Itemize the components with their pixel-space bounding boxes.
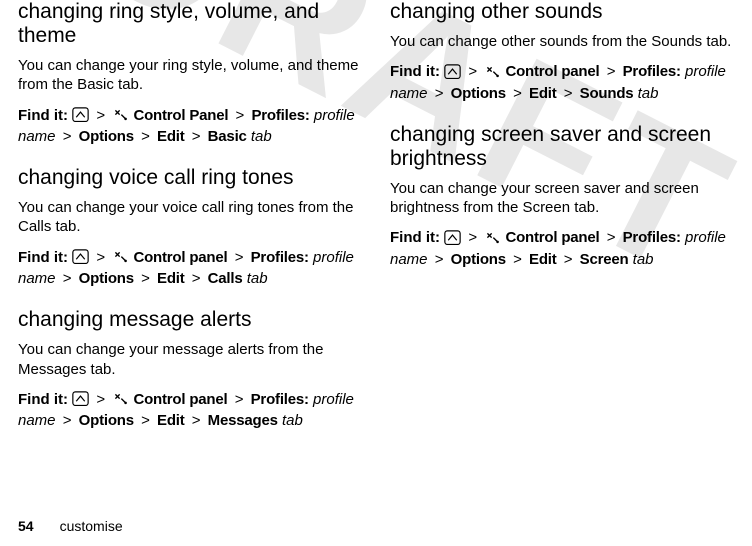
sep: >	[189, 128, 204, 145]
nav-profiles: Profiles:	[251, 391, 309, 408]
nav-options: Options	[79, 412, 134, 429]
nav-tab-word: tab	[633, 251, 654, 268]
sep: >	[465, 63, 480, 80]
nav-tab-word: tab	[638, 85, 659, 102]
right-column: changing other sounds You can change oth…	[390, 0, 734, 438]
left-column: changing ring style, volume, and theme Y…	[18, 0, 362, 438]
home-icon	[444, 64, 461, 79]
nav-screen: Screen	[580, 251, 629, 268]
home-icon	[72, 391, 89, 406]
page-content: changing ring style, volume, and theme Y…	[0, 0, 752, 438]
sep: >	[189, 270, 204, 287]
nav-options: Options	[79, 128, 134, 145]
sep: >	[138, 270, 153, 287]
findit-message-alerts: Find it: > Control panel > Profiles: pro…	[18, 389, 362, 433]
sep: >	[93, 249, 108, 266]
nav-profiles: Profiles:	[251, 249, 309, 266]
find-it-label: Find it:	[18, 107, 68, 124]
sep: >	[138, 128, 153, 145]
nav-basic: Basic	[208, 128, 247, 145]
nav-profiles: Profiles:	[251, 107, 309, 124]
find-it-label: Find it:	[390, 229, 440, 246]
find-it-label: Find it:	[390, 63, 440, 80]
nav-options: Options	[451, 85, 506, 102]
home-icon	[72, 249, 89, 264]
findit-voice-call: Find it: > Control panel > Profiles: pro…	[18, 247, 362, 291]
tools-icon	[112, 107, 129, 122]
nav-sounds: Sounds	[580, 85, 634, 102]
findit-ring-style: Find it: > Control Panel > Profiles: pro…	[18, 105, 362, 149]
nav-options: Options	[451, 251, 506, 268]
heading-screen-saver-brightness: changing screen saver and screen brightn…	[390, 123, 734, 171]
sep: >	[465, 229, 480, 246]
sep: >	[93, 391, 108, 408]
nav-messages: Messages	[208, 412, 278, 429]
heading-ring-style: changing ring style, volume, and theme	[18, 0, 362, 48]
sep: >	[60, 270, 75, 287]
sep: >	[561, 251, 576, 268]
nav-control-panel: Control panel	[133, 249, 227, 266]
find-it-label: Find it:	[18, 391, 68, 408]
nav-control-panel: Control panel	[505, 229, 599, 246]
nav-edit: Edit	[157, 412, 185, 429]
nav-calls: Calls	[208, 270, 243, 287]
nav-control-panel: Control panel	[133, 391, 227, 408]
heading-voice-call-ring-tones: changing voice call ring tones	[18, 166, 362, 190]
find-it-label: Find it:	[18, 249, 68, 266]
page-number: 54	[18, 518, 34, 534]
sep: >	[189, 412, 204, 429]
home-icon	[444, 230, 461, 245]
tools-icon	[112, 391, 129, 406]
sep: >	[432, 251, 447, 268]
sep: >	[604, 229, 619, 246]
tools-icon	[484, 230, 501, 245]
body-screen: You can change your screen saver and scr…	[390, 179, 734, 217]
sep: >	[232, 249, 247, 266]
sep: >	[93, 107, 108, 124]
sep: >	[561, 85, 576, 102]
nav-edit: Edit	[157, 270, 185, 287]
body-voice-call: You can change your voice call ring tone…	[18, 198, 362, 236]
sep: >	[510, 251, 525, 268]
nav-edit: Edit	[157, 128, 185, 145]
home-icon	[72, 107, 89, 122]
sep: >	[60, 412, 75, 429]
body-other-sounds: You can change other sounds from the Sou…	[390, 32, 734, 51]
nav-profiles: Profiles:	[623, 63, 681, 80]
heading-message-alerts: changing message alerts	[18, 308, 362, 332]
nav-tab-word: tab	[282, 412, 303, 429]
body-message-alerts: You can change your message alerts from …	[18, 340, 362, 378]
sep: >	[604, 63, 619, 80]
nav-control-panel: Control panel	[505, 63, 599, 80]
sep: >	[138, 412, 153, 429]
heading-other-sounds: changing other sounds	[390, 0, 734, 24]
sep: >	[510, 85, 525, 102]
nav-profiles: Profiles:	[623, 229, 681, 246]
tools-icon	[112, 249, 129, 264]
findit-other-sounds: Find it: > Control panel > Profiles: pro…	[390, 61, 734, 105]
findit-screen: Find it: > Control panel > Profiles: pro…	[390, 227, 734, 271]
tools-icon	[484, 64, 501, 79]
body-ring-style: You can change your ring style, volume, …	[18, 56, 362, 94]
sep: >	[432, 85, 447, 102]
nav-options: Options	[79, 270, 134, 287]
sep: >	[232, 391, 247, 408]
nav-edit: Edit	[529, 85, 557, 102]
nav-edit: Edit	[529, 251, 557, 268]
footer-section-label: customise	[60, 518, 123, 534]
page-footer: 54 customise	[18, 518, 123, 534]
sep: >	[233, 107, 248, 124]
sep: >	[60, 128, 75, 145]
nav-tab-word: tab	[251, 128, 272, 145]
nav-tab-word: tab	[247, 270, 268, 287]
nav-control-panel: Control Panel	[133, 107, 228, 124]
